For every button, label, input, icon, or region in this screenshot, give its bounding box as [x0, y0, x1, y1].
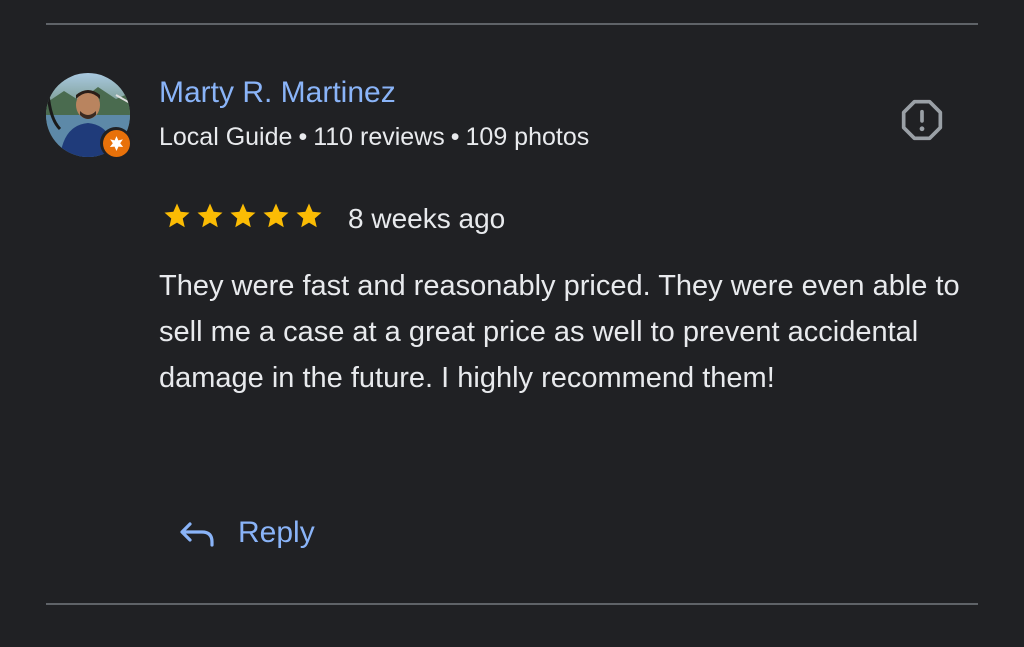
- star-icon: [263, 203, 289, 228]
- star-icon: [296, 203, 322, 228]
- author-meta: Local Guide • 110 reviews • 109 photos: [159, 123, 589, 152]
- local-guide-star-icon: [109, 135, 123, 151]
- author-name[interactable]: Marty R. Martinez: [159, 76, 396, 110]
- bottom-divider: [46, 603, 978, 605]
- star-icon: [197, 203, 223, 228]
- top-divider: [46, 23, 978, 25]
- local-guide-badge: [100, 127, 132, 159]
- reply-label: Reply: [238, 516, 315, 549]
- author-avatar[interactable]: [46, 73, 132, 159]
- review-text: They were fast and reasonably priced. Th…: [159, 270, 960, 394]
- local-guide-label: Local Guide: [159, 123, 293, 151]
- reviews-count: 110 reviews: [313, 123, 445, 151]
- meta-separator: •: [298, 123, 308, 151]
- report-octagon-icon: [901, 99, 943, 141]
- photos-count: 109 photos: [465, 123, 590, 151]
- meta-separator: •: [450, 123, 460, 151]
- reply-button[interactable]: Reply: [178, 508, 315, 558]
- star-rating: [161, 201, 325, 231]
- review-card: Marty R. Martinez Local Guide • 110 review…: [0, 0, 1024, 647]
- star-icon: [230, 203, 256, 228]
- star-icon: [164, 203, 190, 228]
- report-review-button[interactable]: [897, 95, 947, 145]
- review-time: 8 weeks ago: [348, 203, 506, 234]
- reply-arrow-icon: [180, 522, 214, 547]
